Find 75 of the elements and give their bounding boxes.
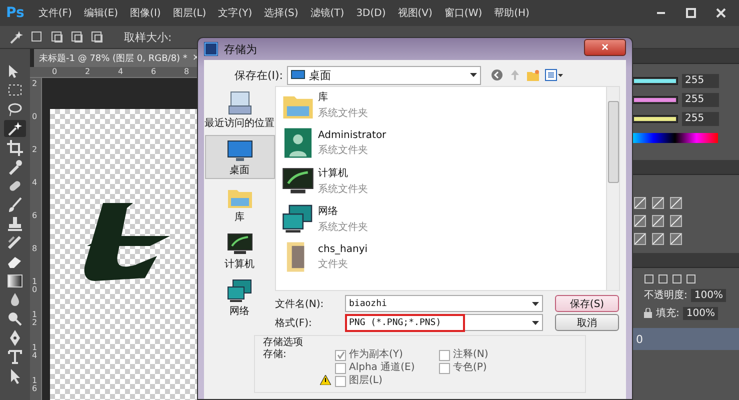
sample-size-label: 取样大小:	[124, 30, 172, 44]
fill-field[interactable]: 100%	[683, 306, 718, 320]
place-label: 桌面	[230, 164, 250, 177]
file-type: 系统文件夹	[318, 220, 368, 234]
ruler-number: 8	[184, 67, 190, 77]
file-type: 系统文件夹	[318, 144, 369, 156]
file-type: 系统文件夹	[318, 182, 368, 196]
channel-value-field[interactable]: 255	[682, 112, 719, 126]
file-name[interactable]: 网络	[318, 204, 368, 218]
ruler-number: 16	[32, 377, 38, 395]
filename-field[interactable]: biaozhi	[345, 295, 543, 312]
ruler-number: 14	[32, 344, 38, 362]
checkbox[interactable]: 专色(P)	[439, 362, 539, 374]
menu-item[interactable]: 帮助(H)	[488, 6, 536, 20]
file-name[interactable]: Administrator	[318, 130, 386, 140]
menu-item[interactable]: 滤镜(T)	[304, 6, 350, 20]
document-title: 未标题-1 @ 78% (图层 0, RGB/8) *	[39, 52, 188, 64]
file-name[interactable]: 计算机	[318, 166, 368, 180]
opacity-label: 不透明度:	[644, 288, 688, 302]
app-logo: Ps	[5, 5, 26, 21]
ruler-number: 2	[85, 67, 92, 77]
ruler-number: 8	[32, 245, 38, 255]
file-name[interactable]: chs_hanyi	[318, 244, 368, 254]
layer-row[interactable]: 0	[632, 328, 739, 350]
place-item[interactable]: 桌面	[204, 135, 274, 179]
place-label: 库	[234, 210, 244, 224]
channel-value-field[interactable]: 255	[682, 93, 719, 107]
place-label: 最近访问的位置	[204, 116, 274, 130]
place-item[interactable]: 网络	[204, 276, 274, 320]
menu-item[interactable]: 文字(Y)	[212, 6, 258, 20]
file-name[interactable]: 库	[318, 90, 368, 104]
format-dropdown[interactable]: PNG (*.PNG;*.PNS)	[345, 314, 543, 331]
menu-item[interactable]: 选择(S)	[258, 6, 304, 20]
ruler-number: 2	[32, 80, 38, 90]
ruler-number: 0	[52, 67, 58, 77]
ruler-number: 4	[32, 179, 38, 189]
ruler-number: 6	[32, 212, 38, 222]
dialog-title: 存储为	[224, 42, 257, 56]
menu-item[interactable]: 视图(V)	[392, 6, 438, 20]
ruler-number: 4	[118, 67, 124, 77]
checkbox[interactable]: 图层(L)	[335, 375, 439, 387]
place-label: 网络	[230, 305, 250, 318]
ruler-number: 2	[32, 146, 38, 156]
checkbox[interactable]: 注释(N)	[439, 349, 539, 361]
save-in-label: 保存在(I):	[233, 68, 284, 82]
checkbox[interactable]: Alpha 通道(E)	[335, 362, 439, 374]
menu-item[interactable]: 3D(D)	[350, 8, 392, 18]
file-type: 系统文件夹	[318, 106, 368, 120]
place-label: 计算机	[224, 258, 254, 271]
checkbox[interactable]: 作为副本(Y)	[335, 349, 439, 361]
file-type: 文件夹	[318, 258, 349, 270]
place-item[interactable]: 计算机	[204, 229, 274, 273]
ruler-number: 0	[32, 113, 38, 123]
channel-value-field[interactable]: 255	[682, 74, 719, 88]
save-label: 存储:	[263, 349, 288, 361]
save-in-dropdown[interactable]: 桌面	[287, 66, 481, 84]
fill-label: 填充:	[656, 306, 680, 320]
place-item[interactable]: 最近访问的位置	[204, 88, 274, 132]
place-item[interactable]: 库	[204, 182, 274, 226]
format-label: 格式(F):	[275, 316, 313, 330]
ruler-number: 10	[32, 278, 38, 296]
opacity-field[interactable]: 100%	[691, 288, 726, 302]
options-group-title: 存储选项	[263, 337, 304, 348]
dialog-close-button[interactable]: ×	[584, 38, 626, 56]
layer-name: 0	[636, 332, 643, 346]
menu-item[interactable]: 编辑(E)	[78, 6, 124, 20]
ruler-number: 12	[32, 311, 38, 329]
save-button[interactable]: 保存(S)	[555, 295, 619, 312]
cancel-button[interactable]: 取消	[555, 314, 619, 331]
menu-item[interactable]: 图像(I)	[124, 6, 167, 20]
filename-label: 文件名(N):	[275, 298, 325, 310]
menu-item[interactable]: 图层(L)	[166, 6, 212, 20]
menu-item[interactable]: 窗口(W)	[438, 6, 488, 20]
ruler-number: 6	[151, 67, 158, 77]
menu-item[interactable]: 文件(F)	[32, 6, 78, 20]
